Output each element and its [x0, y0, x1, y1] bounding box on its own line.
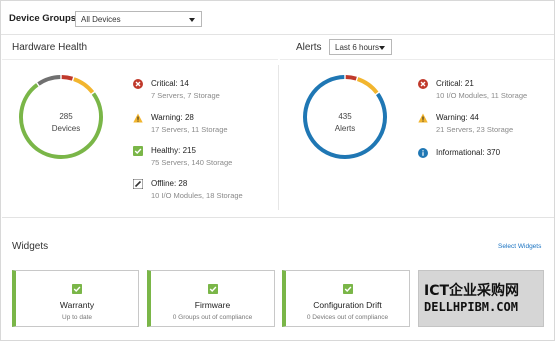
alerts-warning-arc[interactable]	[356, 77, 379, 95]
widget-configuration-drift-sub: 0 Devices out of compliance	[306, 314, 389, 321]
widget-warranty-title: Warranty	[59, 300, 95, 310]
alerts-warning-sub: 21 Servers, 23 Storage	[436, 125, 514, 134]
device-groups-label: Device Groups	[9, 13, 77, 24]
chevron-down-icon	[189, 18, 195, 22]
widget-firmware-title: Firmware	[194, 300, 231, 310]
hardware-health-warning-arc[interactable]	[73, 77, 95, 94]
healthy-check-icon	[133, 146, 143, 156]
hh-offline-title: Offline: 28	[151, 179, 188, 188]
hardware-health-rule	[2, 59, 278, 60]
widget-firmware-sub: 0 Groups out of compliance	[172, 314, 253, 321]
widget-configuration-drift-title: Configuration Drift	[313, 300, 382, 310]
top-bar: Device Groups All Devices	[1, 1, 554, 35]
offline-pencil-icon	[133, 179, 143, 189]
hh-healthy-title: Healthy: 215	[151, 146, 196, 155]
watermark-line2: DELLHPIBM.COM	[424, 300, 518, 314]
watermark-overlay: ICT企业采购网 DELLHPIBM.COM	[418, 270, 544, 327]
device-groups-value: All Devices	[81, 15, 121, 24]
hardware-health-offline-arc[interactable]	[37, 75, 61, 86]
hh-offline-sub: 10 I/O Modules, 18 Storage	[151, 191, 243, 200]
dashboard-frame: Device Groups All Devices Hardware Healt…	[0, 0, 555, 341]
hardware-health-total: 285	[59, 112, 73, 121]
alerts-time-select[interactable]: Last 6 hours	[329, 39, 392, 55]
watermark-line1: ICT企业采购网	[424, 283, 520, 299]
hardware-health-donut-center: 285 Devices	[41, 111, 91, 135]
alerts-time-value: Last 6 hours	[335, 43, 380, 52]
warning-triangle-icon	[418, 113, 428, 123]
info-icon	[418, 148, 428, 158]
alerts-total: 435	[338, 112, 352, 121]
widgets-divider	[2, 217, 554, 218]
alerts-critical-title: Critical: 21	[436, 79, 474, 88]
widget-warranty[interactable]: Warranty Up to date	[12, 270, 139, 327]
check-icon	[342, 284, 353, 294]
section-divider	[278, 65, 279, 210]
hardware-health-title: Hardware Health	[12, 42, 88, 53]
hh-warning-title: Warning: 28	[151, 113, 194, 122]
widget-configuration-drift[interactable]: Configuration Drift 0 Devices out of com…	[282, 270, 410, 327]
hardware-health-critical-arc[interactable]	[61, 75, 74, 81]
alerts-critical-arc[interactable]	[345, 75, 357, 81]
alerts-warning-title: Warning: 44	[436, 113, 479, 122]
select-widgets-link[interactable]: Select Widgets	[498, 243, 541, 250]
hardware-health-total-label: Devices	[51, 124, 81, 133]
alerts-info-title: Informational: 370	[436, 148, 501, 157]
hh-warning-sub: 17 Servers, 11 Storage	[151, 125, 228, 134]
hh-critical-title: Critical: 14	[151, 79, 189, 88]
check-icon	[207, 284, 218, 294]
hh-critical-sub: 7 Servers, 7 Storage	[151, 91, 220, 100]
widgets-title: Widgets	[12, 241, 49, 252]
chevron-down-icon	[379, 46, 385, 50]
alerts-donut-center: 435 Alerts	[320, 111, 370, 135]
hh-healthy-sub: 75 Servers, 140 Storage	[151, 158, 233, 167]
warning-triangle-icon	[133, 113, 143, 123]
check-icon	[72, 284, 82, 294]
device-groups-select[interactable]: All Devices	[75, 11, 202, 27]
alerts-title: Alerts	[296, 42, 322, 53]
alerts-critical-sub: 10 I/O Modules, 11 Storage	[436, 91, 528, 100]
critical-x-icon	[133, 79, 143, 89]
widget-firmware[interactable]: Firmware 0 Groups out of compliance	[147, 270, 275, 327]
alerts-total-label: Alerts	[334, 124, 356, 133]
critical-x-icon	[418, 79, 428, 89]
alerts-rule	[280, 59, 554, 60]
widget-warranty-sub: Up to date	[62, 314, 92, 321]
